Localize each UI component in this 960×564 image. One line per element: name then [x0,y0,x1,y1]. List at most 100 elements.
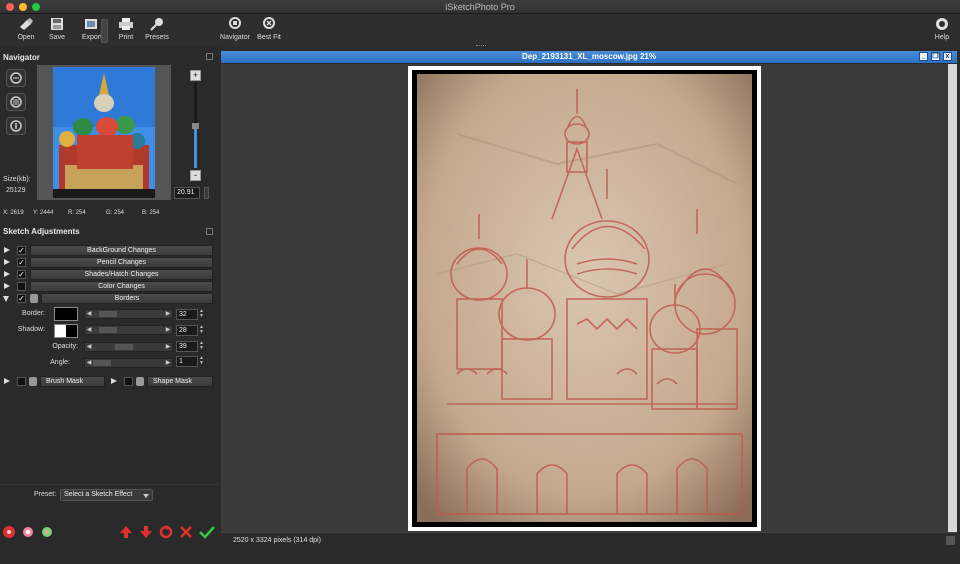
zoom-value-field[interactable]: 20.91 [174,187,200,199]
expand-triangle-icon[interactable] [4,247,10,253]
opacity-label: Opacity: [52,343,78,350]
upload-icon[interactable] [119,525,133,539]
readout-x: X: 2619 [3,210,24,216]
navigator-button[interactable]: Navigator [218,17,252,41]
chevron-down-icon [143,494,149,498]
actual-size-tool-button[interactable] [6,117,26,135]
sketch-adjustments-detach-icon[interactable] [206,228,213,235]
shadow-color-swatch[interactable] [54,324,78,338]
shape-mask-checkbox[interactable] [124,377,133,386]
slider-left-arrow[interactable]: ◀ [85,359,93,367]
expand-triangle-icon[interactable] [4,283,10,289]
shades-checkbox[interactable]: ✓ [17,270,26,279]
download-icon[interactable] [139,525,153,539]
lock-icon[interactable] [136,377,144,386]
angle-value-field[interactable]: 1 [176,356,198,367]
opacity-value-field[interactable]: 39 [176,341,198,352]
minimize-window-button[interactable] [19,3,27,11]
slider-right-arrow[interactable]: ▶ [164,310,172,318]
help-button[interactable]: Help [925,17,959,41]
slider-thumb[interactable] [93,360,111,366]
shape-mask-row[interactable]: Shape Mask [110,376,213,387]
window-title: iSketchPhoto Pro [445,2,515,12]
expand-triangle-icon[interactable] [4,259,10,265]
brush-mask-checkbox[interactable] [17,377,26,386]
close-window-button[interactable] [6,3,14,11]
print-button[interactable]: Print [109,17,143,41]
adjustment-row-shades[interactable]: ✓ Shades/Hatch Changes [3,269,213,280]
border-color-swatch[interactable] [54,307,78,321]
slider-thumb[interactable] [99,327,117,333]
opacity-stepper[interactable]: ▲ ▼ [199,341,204,352]
expand-triangle-icon[interactable] [4,378,10,384]
navigator-detach-icon[interactable] [206,53,213,60]
pink-flower-icon[interactable] [21,525,35,539]
presets-icon [150,18,163,31]
expand-triangle-icon[interactable] [111,378,117,384]
lock-icon[interactable] [29,377,37,386]
zoom-plus-button[interactable]: + [190,70,201,81]
export-dropdown-arrow[interactable] [101,19,108,43]
border-stepper[interactable]: ▲ ▼ [199,309,204,320]
adjustment-row-borders[interactable]: ✓ Borders [3,293,213,304]
preset-select[interactable]: Select a Sketch Effect [60,489,153,501]
zoom-slider-track[interactable] [192,83,199,168]
fit-tool-button[interactable] [6,93,26,111]
slider-right-arrow[interactable]: ▶ [164,359,172,367]
reset-icon[interactable] [159,525,173,539]
pencil-checkbox[interactable]: ✓ [17,258,26,267]
opacity-slider[interactable]: ◀ ▶ [84,342,173,352]
expand-triangle-icon[interactable] [4,271,10,277]
toolbar-grip[interactable] [476,45,486,47]
adjustment-row-color[interactable]: Color Changes [3,281,213,292]
open-button[interactable]: Open [9,17,43,41]
slider-right-arrow[interactable]: ▶ [164,326,172,334]
red-flower-icon[interactable] [2,525,16,539]
color-checkbox[interactable] [17,282,26,291]
zoom-window-button[interactable] [32,3,40,11]
image-canvas[interactable] [221,64,948,532]
slider-thumb[interactable] [99,311,117,317]
collapse-triangle-icon[interactable] [3,296,9,302]
lock-icon[interactable] [30,294,38,303]
slider-thumb[interactable] [115,344,133,350]
brush-mask-row[interactable]: Brush Mask [3,376,105,387]
angle-slider[interactable]: ◀ ▶ [84,358,173,368]
vertical-scrollbar[interactable] [948,64,957,532]
image-border [412,70,757,527]
apply-checkmark-icon[interactable] [199,525,215,539]
zoom-stepper[interactable] [204,187,209,199]
doc-restore-button[interactable]: ❐ [931,52,940,61]
shadow-slider[interactable]: ◀ ▶ [84,325,173,335]
adjustment-row-background[interactable]: ✓ BackGround Changes [3,245,213,256]
sketch-image[interactable] [408,66,761,531]
shadow-value-field[interactable]: 28 [176,325,198,336]
save-button[interactable]: Save [40,17,74,41]
border-slider[interactable]: ◀ ▶ [84,309,173,319]
zoom-slider-thumb[interactable] [192,123,199,129]
title-bar: iSketchPhoto Pro [0,0,960,14]
shadow-stepper[interactable]: ▲ ▼ [199,325,204,336]
resize-grip[interactable] [946,536,955,545]
doc-minimize-button[interactable]: _ [919,52,928,61]
adjustment-row-pencil[interactable]: ✓ Pencil Changes [3,257,213,268]
save-icon [51,18,63,30]
doc-close-button[interactable]: x [943,52,952,61]
status-bar: 2520 x 3324 pixels (314 dpi) [221,532,957,547]
best-fit-button[interactable]: Best Fit [252,17,286,41]
cancel-icon[interactable] [179,525,193,539]
slider-left-arrow[interactable]: ◀ [85,310,93,318]
document-title-bar[interactable]: Dep_2193131_XL_moscow.jpg 21% _ ❐ x [221,51,957,63]
border-value-field[interactable]: 32 [176,309,198,320]
slider-left-arrow[interactable]: ◀ [85,343,93,351]
angle-stepper[interactable]: ▲ ▼ [199,356,204,367]
zoom-out-tool-button[interactable] [6,69,26,87]
navigator-preview-frame[interactable] [37,65,171,200]
slider-right-arrow[interactable]: ▶ [164,343,172,351]
slider-left-arrow[interactable]: ◀ [85,326,93,334]
zoom-minus-button[interactable]: - [190,170,201,181]
background-checkbox[interactable]: ✓ [17,246,26,255]
borders-checkbox[interactable]: ✓ [17,294,26,303]
green-flower-icon[interactable] [40,525,54,539]
presets-button[interactable]: Presets [140,17,174,41]
